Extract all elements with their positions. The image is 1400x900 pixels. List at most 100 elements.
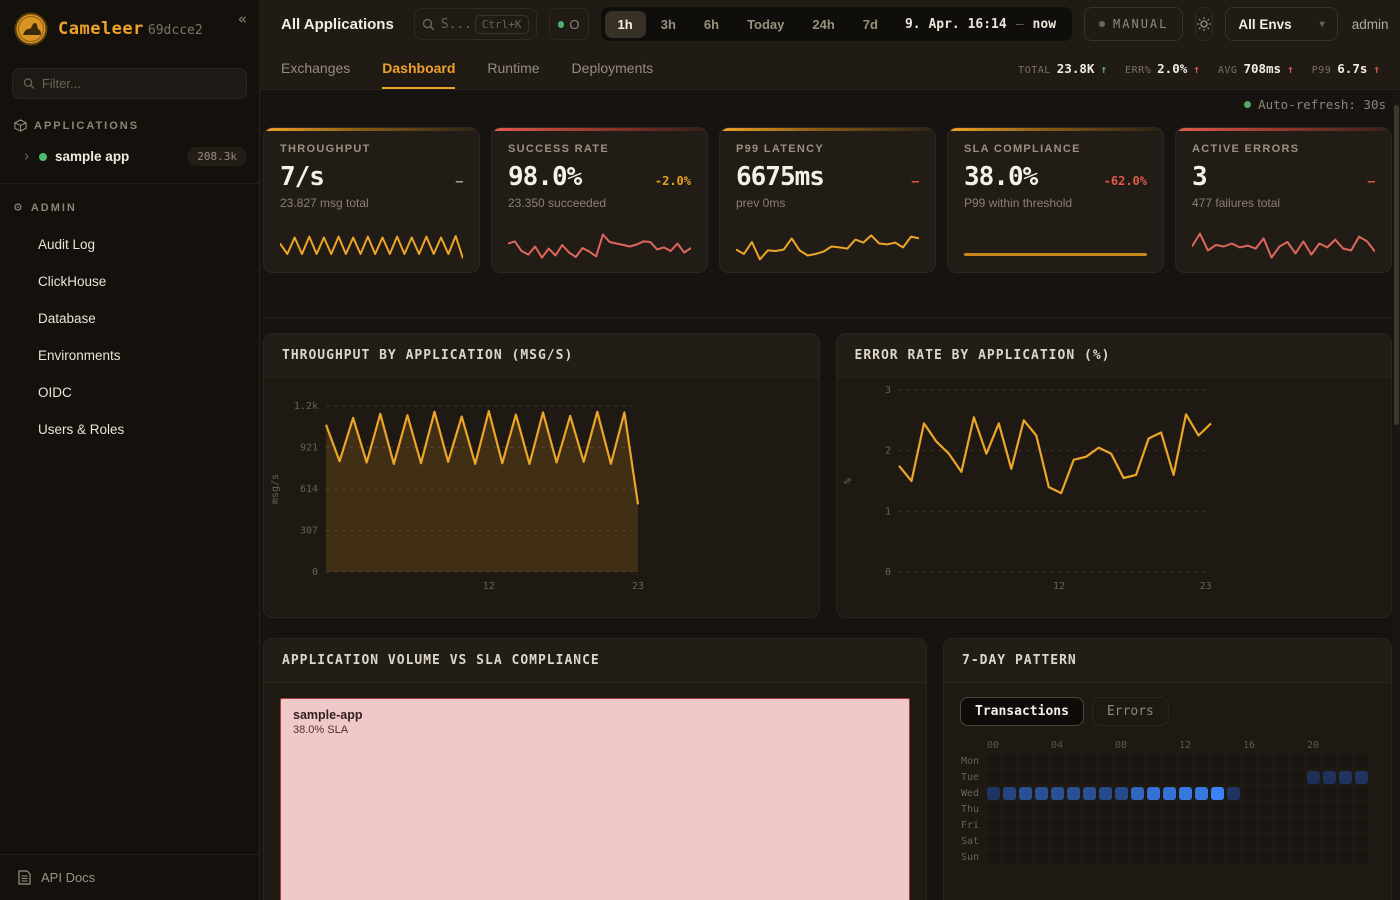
sidebar-item-audit-log[interactable]: Audit Log (0, 229, 259, 260)
heatmap-cell[interactable] (1307, 851, 1320, 864)
heatmap-cell[interactable] (1131, 819, 1144, 832)
heatmap-cell[interactable] (1243, 803, 1256, 816)
heatmap-cell[interactable] (1243, 835, 1256, 848)
heatmap-cell[interactable] (1067, 771, 1080, 784)
heatmap-cell[interactable] (1323, 851, 1336, 864)
heatmap-cell[interactable] (1211, 755, 1224, 768)
heatmap-cell[interactable] (1163, 803, 1176, 816)
heatmap-cell[interactable] (1355, 819, 1368, 832)
heatmap-cell[interactable] (1227, 835, 1240, 848)
heatmap-cell[interactable] (1035, 787, 1048, 800)
heatmap-cell[interactable] (987, 803, 1000, 816)
heatmap-cell[interactable] (1003, 803, 1016, 816)
heatmap-cell[interactable] (1259, 819, 1272, 832)
heatmap-cell[interactable] (1259, 755, 1272, 768)
heatmap-cell[interactable] (1211, 835, 1224, 848)
tab-runtime[interactable]: Runtime (487, 48, 539, 89)
time-range-24h[interactable]: 24h (799, 11, 847, 38)
heatmap-cell[interactable] (1259, 771, 1272, 784)
heatmap-cell[interactable] (1147, 835, 1160, 848)
heatmap-cell[interactable] (1099, 803, 1112, 816)
heatmap-cell[interactable] (1243, 787, 1256, 800)
heatmap-cell[interactable] (1131, 755, 1144, 768)
heatmap-cell[interactable] (1275, 851, 1288, 864)
heatmap-cell[interactable] (1227, 787, 1240, 800)
treemap-cell-sample-app[interactable]: sample-app 38.0% SLA (280, 698, 910, 900)
heatmap-cell[interactable] (1051, 819, 1064, 832)
heatmap-cell[interactable] (1115, 835, 1128, 848)
heatmap-cell[interactable] (1275, 771, 1288, 784)
heatmap-cell[interactable] (1115, 819, 1128, 832)
heatmap-cell[interactable] (1147, 803, 1160, 816)
heatmap-cell[interactable] (1131, 851, 1144, 864)
heatmap-cell[interactable] (1227, 755, 1240, 768)
heatmap-cell[interactable] (1099, 835, 1112, 848)
heatmap-cell[interactable] (1195, 819, 1208, 832)
heatmap-cell[interactable] (1291, 851, 1304, 864)
heatmap-cell[interactable] (1291, 819, 1304, 832)
heatmap-cell[interactable] (1195, 771, 1208, 784)
heatmap-cell[interactable] (1131, 771, 1144, 784)
heatmap-cell[interactable] (1179, 851, 1192, 864)
heatmap-cell[interactable] (1307, 835, 1320, 848)
heatmap-toggle-errors[interactable]: Errors (1092, 697, 1169, 726)
environment-select[interactable]: All Envs ▾ (1225, 7, 1337, 41)
heatmap-cell[interactable] (1163, 771, 1176, 784)
chevron-right-icon[interactable]: › (22, 149, 31, 164)
heatmap-cell[interactable] (1083, 851, 1096, 864)
heatmap-cell[interactable] (1083, 755, 1096, 768)
heatmap-cell[interactable] (1291, 835, 1304, 848)
heatmap-cell[interactable] (1259, 803, 1272, 816)
filter-input[interactable] (42, 76, 236, 91)
heatmap-cell[interactable] (1291, 771, 1304, 784)
date-range-display[interactable]: 9. Apr. 16:14 – now (893, 17, 1068, 32)
heatmap-cell[interactable] (1083, 819, 1096, 832)
heatmap-cell[interactable] (1147, 819, 1160, 832)
heatmap-cell[interactable] (1243, 819, 1256, 832)
heatmap-cell[interactable] (1339, 771, 1352, 784)
heatmap-cell[interactable] (1067, 835, 1080, 848)
global-search-input[interactable] (441, 17, 469, 32)
heatmap-cell[interactable] (1275, 787, 1288, 800)
heatmap-cell[interactable] (1019, 787, 1032, 800)
heatmap-cell[interactable] (987, 835, 1000, 848)
heatmap-cell[interactable] (1147, 787, 1160, 800)
live-status-button[interactable]: O (549, 8, 589, 40)
heatmap-cell[interactable] (1003, 851, 1016, 864)
heatmap-cell[interactable] (1147, 755, 1160, 768)
tab-dashboard[interactable]: Dashboard (382, 48, 455, 89)
heatmap-cell[interactable] (1323, 819, 1336, 832)
heatmap-cell[interactable] (1355, 835, 1368, 848)
heatmap-cell[interactable] (1115, 771, 1128, 784)
heatmap-cell[interactable] (987, 787, 1000, 800)
heatmap-cell[interactable] (1227, 851, 1240, 864)
heatmap-cell[interactable] (1099, 787, 1112, 800)
heatmap-cell[interactable] (1099, 755, 1112, 768)
heatmap-cell[interactable] (1275, 835, 1288, 848)
heatmap-cell[interactable] (1323, 771, 1336, 784)
heatmap-cell[interactable] (1067, 851, 1080, 864)
heatmap-cell[interactable] (1051, 803, 1064, 816)
api-docs-link[interactable]: API Docs (0, 854, 259, 900)
sidebar-item-database[interactable]: Database (0, 303, 259, 334)
heatmap-cell[interactable] (1179, 803, 1192, 816)
heatmap-cell[interactable] (1163, 755, 1176, 768)
scrollbar-thumb[interactable] (1394, 105, 1399, 425)
heatmap-cell[interactable] (1323, 835, 1336, 848)
heatmap-cell[interactable] (1307, 771, 1320, 784)
global-search-box[interactable]: Ctrl+K (414, 8, 537, 40)
heatmap-cell[interactable] (1051, 835, 1064, 848)
heatmap-cell[interactable] (1051, 755, 1064, 768)
heatmap-cell[interactable] (987, 771, 1000, 784)
time-range-7d[interactable]: 7d (850, 11, 891, 38)
heatmap-cell[interactable] (1195, 787, 1208, 800)
heatmap-cell[interactable] (1259, 835, 1272, 848)
heatmap-cell[interactable] (1259, 787, 1272, 800)
filter-input-box[interactable] (12, 68, 247, 99)
sidebar-item-oidc[interactable]: OIDC (0, 377, 259, 408)
heatmap-cell[interactable] (1355, 755, 1368, 768)
heatmap-cell[interactable] (1019, 771, 1032, 784)
heatmap-cell[interactable] (1115, 787, 1128, 800)
heatmap-cell[interactable] (1131, 835, 1144, 848)
heatmap-cell[interactable] (1019, 819, 1032, 832)
